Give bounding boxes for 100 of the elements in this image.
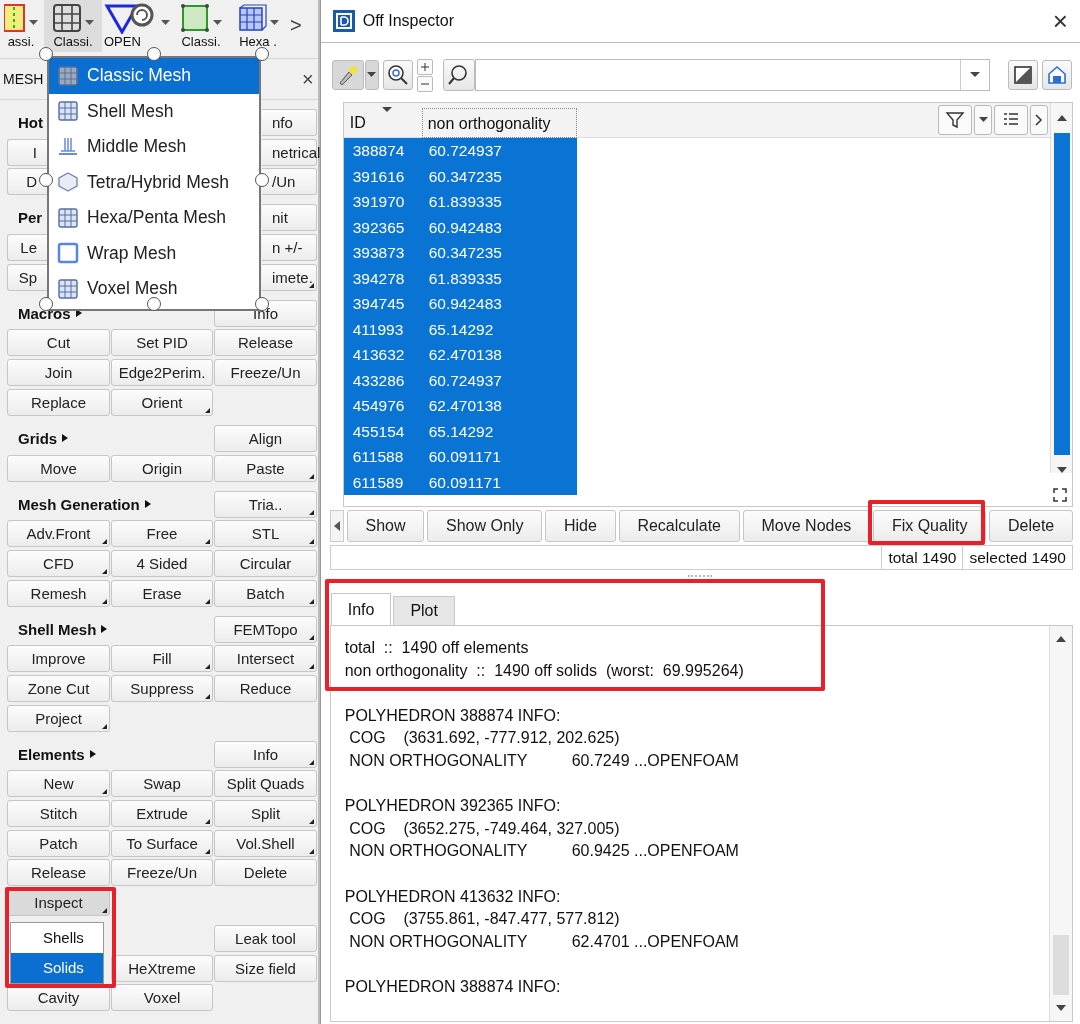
tool-button[interactable]: Paste xyxy=(214,454,317,482)
tool-button[interactable]: Suppress xyxy=(111,674,213,702)
toolbar-button[interactable]: Classi. xyxy=(44,0,102,52)
scroll-thumb[interactable] xyxy=(1053,935,1069,995)
dropdown-button[interactable] xyxy=(974,105,992,135)
table-row[interactable]: 394745 60.942483 xyxy=(343,291,577,317)
tool-button[interactable]: New xyxy=(7,770,110,798)
table-row[interactable]: 392365 60.942483 xyxy=(343,214,577,240)
menu-item[interactable]: Solids xyxy=(11,953,103,983)
column-header[interactable]: ID xyxy=(343,103,422,137)
tool-button[interactable]: Orient xyxy=(111,388,213,416)
tool-button[interactable]: Freeze/Un xyxy=(214,359,317,387)
flashlight-button[interactable] xyxy=(331,60,364,90)
menu-item[interactable]: Shells xyxy=(11,923,103,953)
scroll-down-icon[interactable] xyxy=(1056,1005,1066,1011)
tool-button[interactable]: Zone Cut xyxy=(7,674,110,702)
scrollbar[interactable] xyxy=(1050,103,1072,473)
tool-button[interactable]: Voxel xyxy=(111,984,213,1012)
zoom-button[interactable] xyxy=(382,60,413,90)
tool-button[interactable]: Set PID xyxy=(111,329,213,357)
menu-item[interactable]: Tetra/Hybrid Mesh xyxy=(49,164,259,200)
save-button[interactable] xyxy=(1042,60,1072,90)
tool-button[interactable]: nit xyxy=(262,204,317,232)
tool-button[interactable]: n +/- xyxy=(262,234,317,262)
action-button[interactable]: Show Only xyxy=(427,510,543,542)
tool-button[interactable]: HeXtreme xyxy=(111,954,213,982)
expand-arrow-icon[interactable] xyxy=(62,434,69,443)
tool-button[interactable]: Release xyxy=(214,329,317,357)
table-row[interactable]: 391616 60.347235 xyxy=(343,163,577,189)
zoom-in-button[interactable] xyxy=(416,58,433,75)
search-button[interactable] xyxy=(442,59,475,91)
toolbar-button[interactable]: Hexa . xyxy=(232,0,284,52)
menu-item[interactable]: Hexa/Penta Mesh xyxy=(49,200,259,236)
tool-button[interactable]: Move xyxy=(7,454,110,482)
dropdown-button[interactable] xyxy=(364,60,379,90)
tool-button[interactable]: Join xyxy=(7,359,110,387)
scroll-up-icon[interactable] xyxy=(1056,115,1067,121)
tool-button[interactable]: Sp xyxy=(7,263,47,291)
tool-button[interactable]: Size field xyxy=(214,954,317,982)
resize-handle[interactable] xyxy=(39,47,53,61)
tool-button[interactable]: Align xyxy=(214,424,317,452)
table-row[interactable]: 455154 65.14292 xyxy=(343,418,577,444)
action-button[interactable]: Move Nodes xyxy=(742,510,871,542)
tool-button[interactable]: CFD xyxy=(7,549,110,577)
table-row[interactable]: 394278 61.839335 xyxy=(343,265,577,291)
resize-handle[interactable] xyxy=(39,297,53,311)
close-icon[interactable]: × xyxy=(302,67,314,91)
table-row[interactable]: 433286 60.724937 xyxy=(343,367,577,393)
tool-button[interactable]: Swap xyxy=(111,770,213,798)
tool-button[interactable]: D xyxy=(7,168,47,196)
panel-tab[interactable]: MESH xyxy=(3,71,44,87)
tool-button[interactable]: Inspect xyxy=(7,889,110,917)
scroll-thumb[interactable] xyxy=(1053,133,1070,455)
tool-button[interactable]: Patch xyxy=(7,829,110,857)
action-button[interactable]: Fix Quality xyxy=(873,510,987,542)
tool-button[interactable]: Remesh xyxy=(7,579,110,607)
tool-button[interactable]: Split Quads xyxy=(214,770,317,798)
tool-button[interactable]: Edge2Perim. xyxy=(111,359,213,387)
table-row[interactable]: 388874 60.724937 xyxy=(343,138,577,164)
toolbar-button[interactable]: OPEN xyxy=(102,0,170,52)
tool-button[interactable]: Erase xyxy=(111,579,213,607)
tool-button[interactable]: Origin xyxy=(111,454,213,482)
tool-button[interactable]: Circular xyxy=(214,549,317,577)
table-row[interactable]: 391970 61.839335 xyxy=(343,189,577,215)
tool-button[interactable]: FEMTopo xyxy=(214,615,317,643)
tool-button[interactable]: Adv.Front xyxy=(7,520,110,548)
tool-button[interactable]: Intersect xyxy=(214,645,317,673)
scroll-down-icon[interactable] xyxy=(1056,467,1067,473)
search-field[interactable] xyxy=(474,59,990,91)
action-button[interactable]: Hide xyxy=(545,510,616,542)
table-row[interactable]: 454976 62.470138 xyxy=(343,393,577,419)
table-row[interactable]: 611589 60.091171 xyxy=(343,469,577,495)
tool-button[interactable]: Improve xyxy=(7,645,110,673)
tool-button[interactable]: Reduce xyxy=(214,674,317,702)
tool-button[interactable]: /Un xyxy=(262,168,317,196)
expand-arrow-icon[interactable] xyxy=(101,625,108,634)
resize-handle[interactable] xyxy=(255,47,269,61)
scroll-up-icon[interactable] xyxy=(1056,636,1066,642)
table-row[interactable]: 413632 62.470138 xyxy=(343,342,577,368)
resize-handle[interactable] xyxy=(147,47,161,61)
tool-button[interactable]: Release xyxy=(7,859,110,887)
action-button[interactable]: Recalculate xyxy=(618,510,740,542)
tool-button[interactable]: Fill xyxy=(111,645,213,673)
tool-button[interactable]: nfo xyxy=(262,109,317,136)
tab[interactable]: Plot xyxy=(393,596,455,625)
scroll-left-button[interactable] xyxy=(329,510,344,542)
tool-button[interactable]: Free xyxy=(111,520,213,548)
toolbar-button[interactable]: assi. xyxy=(0,0,42,52)
expand-arrow-icon[interactable] xyxy=(89,750,96,759)
toolbar-button[interactable]: Classi. xyxy=(170,0,232,52)
table-row[interactable]: 393873 60.347235 xyxy=(343,240,577,266)
tool-button[interactable]: 4 Sided xyxy=(111,549,213,577)
action-button[interactable]: Show xyxy=(346,510,425,542)
tool-button[interactable]: STL xyxy=(214,520,317,548)
expand-arrow-icon[interactable] xyxy=(144,500,151,508)
menu-item[interactable]: Classic Mesh xyxy=(49,58,259,94)
tool-button[interactable]: Vol.Shell xyxy=(214,829,317,857)
tool-button[interactable]: Extrude xyxy=(111,800,213,827)
table-row[interactable]: 411993 65.14292 xyxy=(343,316,577,342)
close-icon[interactable]: × xyxy=(1052,5,1068,37)
